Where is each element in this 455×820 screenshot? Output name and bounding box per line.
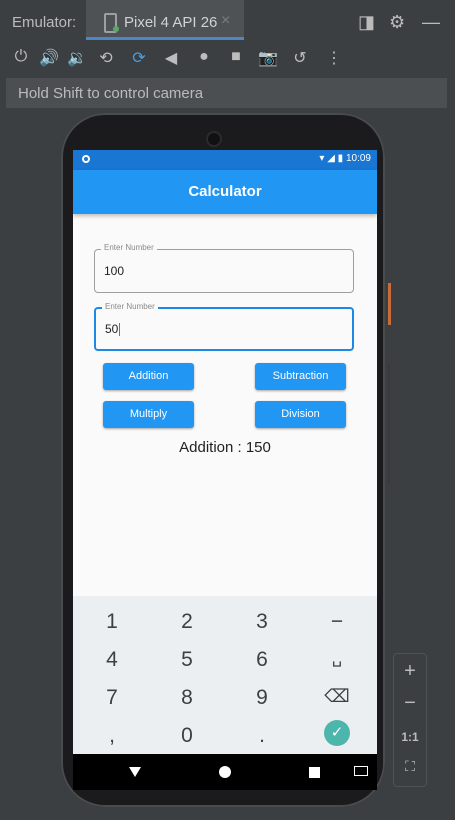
volume-side-button [388, 364, 390, 484]
first-number-value[interactable]: 100 [104, 264, 124, 278]
second-number-input[interactable]: 50 [105, 322, 121, 337]
wifi-icon: ▾ [319, 153, 325, 164]
nav-home-icon[interactable] [219, 766, 231, 778]
nav-recents-icon[interactable] [309, 767, 320, 778]
zoom-out-icon[interactable]: − [394, 692, 426, 715]
key-1[interactable]: 1 [87, 610, 137, 634]
emulator-label: Emulator: [12, 14, 77, 31]
result-text: Addition : 150 [179, 439, 271, 456]
second-number-value: 50 [105, 322, 119, 336]
first-number-field[interactable]: Enter Number 100 [94, 243, 354, 293]
minus-key[interactable]: − [312, 610, 362, 634]
comma-key[interactable]: , [87, 724, 137, 748]
nav-back-icon[interactable] [129, 767, 141, 777]
notification-icon [82, 155, 90, 163]
key-6[interactable]: 6 [237, 648, 287, 672]
signal-icon: ◢ [327, 153, 335, 164]
emulator-header: Emulator: Pixel 4 API 26 × ◨ ⚙ — [0, 0, 455, 44]
volume-down-icon[interactable]: 🔉 [66, 48, 88, 68]
key-8[interactable]: 8 [162, 686, 212, 710]
battery-icon: ▮ [337, 153, 344, 164]
device-screen: ▾ ◢ ▮ 10:09 Calculator Enter Number 100 … [73, 150, 377, 790]
key-4[interactable]: 4 [87, 648, 137, 672]
addition-button[interactable]: Addition [103, 363, 194, 390]
tab-title[interactable]: Pixel 4 API 26 [124, 14, 217, 31]
first-number-label: Enter Number [101, 243, 157, 252]
second-number-field[interactable]: Enter Number 50 [94, 302, 354, 351]
key-3[interactable]: 3 [237, 610, 287, 634]
rotate-right-icon[interactable]: ⟳ [128, 48, 150, 68]
period-key[interactable]: . [237, 724, 287, 748]
system-nav-bar [73, 754, 377, 790]
division-button[interactable]: Division [255, 401, 346, 428]
text-caret [119, 323, 121, 337]
status-time: 10:09 [345, 153, 371, 164]
snapshot-icon[interactable]: ↺ [289, 48, 311, 68]
subtraction-button[interactable]: Subtraction [255, 363, 346, 390]
home-icon[interactable]: ● [193, 48, 215, 66]
zoom-panel: + − 1:1 ⛶ [393, 653, 427, 787]
done-key-icon[interactable]: ✓ [324, 720, 350, 746]
key-5[interactable]: 5 [162, 648, 212, 672]
camera-icon[interactable]: 📷 [257, 48, 279, 68]
hint-text: Hold Shift to control camera [18, 85, 204, 102]
back-icon[interactable]: ◀ [160, 48, 182, 68]
key-2[interactable]: 2 [162, 610, 212, 634]
front-camera-icon [206, 131, 222, 147]
hint-bar: Hold Shift to control camera [6, 78, 447, 108]
rotate-left-icon[interactable]: ⟲ [95, 48, 117, 68]
restore-layout-icon[interactable]: ◨ [358, 12, 375, 33]
numeric-keyboard: 1 2 3 − 4 5 6 ␣ 7 8 9 ⌫ , 0 . ✓ [73, 596, 377, 754]
multiply-button[interactable]: Multiply [103, 401, 194, 428]
app-title: Calculator [188, 183, 262, 200]
power-icon[interactable]: ⏻ [10, 48, 32, 66]
keyboard-switch-icon[interactable] [354, 766, 368, 776]
settings-gear-icon[interactable]: ⚙ [389, 12, 405, 33]
power-side-button [388, 283, 391, 325]
running-indicator-icon [113, 26, 119, 32]
zoom-actual-size[interactable]: 1:1 [394, 730, 426, 744]
volume-up-icon[interactable]: 🔊 [38, 48, 60, 68]
zoom-in-icon[interactable]: + [394, 660, 426, 683]
minimize-icon[interactable]: — [422, 12, 440, 33]
app-bar: Calculator [73, 170, 377, 214]
key-9[interactable]: 9 [237, 686, 287, 710]
key-0[interactable]: 0 [162, 724, 212, 748]
second-number-label: Enter Number [102, 302, 158, 311]
status-right: ▾ ◢ ▮ 10:09 [319, 153, 371, 164]
key-7[interactable]: 7 [87, 686, 137, 710]
status-bar: ▾ ◢ ▮ 10:09 [73, 150, 377, 170]
more-icon[interactable]: ⋮ [323, 48, 345, 68]
tab-underline [86, 37, 244, 40]
close-tab-icon[interactable]: × [221, 12, 230, 30]
emulator-toolbar: ⏻ 🔊 🔉 ⟲ ⟳ ◀ ● ■ 📷 ↺ ⋮ [0, 44, 455, 74]
overview-icon[interactable]: ■ [225, 48, 247, 66]
backspace-key-icon[interactable]: ⌫ [312, 686, 362, 707]
fit-screen-icon[interactable]: ⛶ [394, 758, 426, 775]
space-key-icon[interactable]: ␣ [312, 648, 362, 668]
